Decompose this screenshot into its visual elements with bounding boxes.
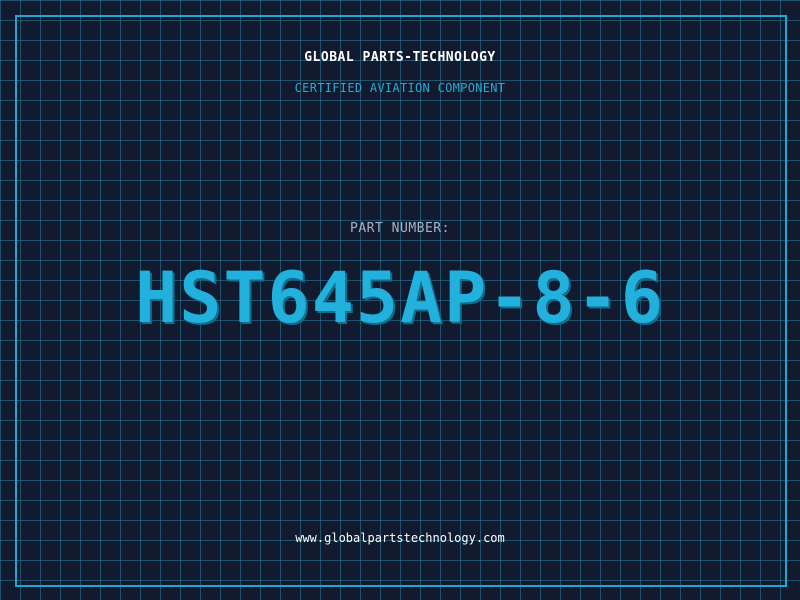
- part-number-value: HST645AP-8-6: [135, 257, 665, 339]
- brand-name: GLOBAL PARTS-TECHNOLOGY: [304, 50, 496, 65]
- website-url: www.globalpartstechnology.com: [295, 531, 505, 545]
- brand-tagline: CERTIFIED AVIATION COMPONENT: [294, 81, 506, 95]
- part-number-label: PART NUMBER:: [350, 221, 450, 236]
